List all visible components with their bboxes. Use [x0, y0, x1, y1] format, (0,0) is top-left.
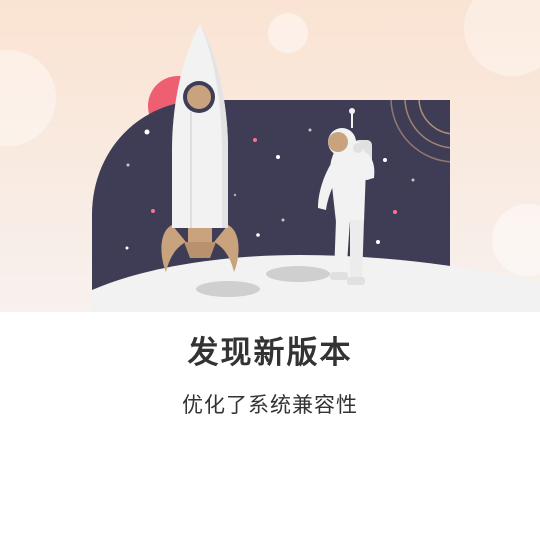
- moon-crater: [196, 281, 260, 297]
- dialog-title: 发现新版本: [187, 335, 353, 371]
- dialog-subtitle: 优化了系统兼容性: [182, 393, 358, 417]
- update-illustration: [0, 0, 540, 312]
- bubble-decoration: [268, 13, 308, 53]
- update-dialog: 发现新版本 优化了系统兼容性: [0, 0, 540, 546]
- moon-crater: [266, 266, 330, 282]
